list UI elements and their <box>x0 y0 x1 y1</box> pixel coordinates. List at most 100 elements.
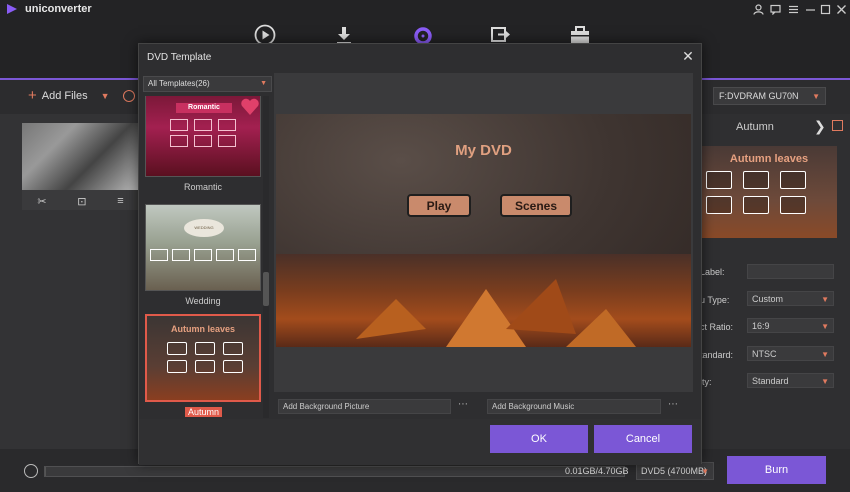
app-window: uniconverter + Add Files ▼ ✂ ⊡ ≡ F:DVDRA… <box>0 0 850 492</box>
scene-box <box>194 249 212 261</box>
edit-icon[interactable] <box>832 120 843 131</box>
schedule-icon[interactable] <box>24 464 38 478</box>
template-item-autumn[interactable]: Autumn leaves Autumn <box>145 314 261 418</box>
quality-value: Standard <box>752 376 789 386</box>
disc-usage-text: 0.01GB/4.70GB <box>565 466 629 476</box>
load-disc-icon[interactable] <box>123 90 135 102</box>
scene-box <box>780 196 806 214</box>
chevron-down-icon[interactable]: ▼ <box>101 91 110 101</box>
dvd-menu-title: My DVD <box>455 142 512 159</box>
scene-box <box>743 196 769 214</box>
template-label: Romantic <box>183 182 222 192</box>
menu-type-label: u Type: <box>700 295 730 305</box>
aspect-ratio-value: 16:9 <box>752 321 770 331</box>
template-item-romantic[interactable]: Romantic Romantic <box>145 96 261 192</box>
browse-music-icon[interactable]: ⋯ <box>668 399 678 410</box>
template-thumb: Autumn leaves <box>145 314 261 402</box>
aspect-ratio-select[interactable]: 16:9 ▼ <box>747 318 834 333</box>
tv-standard-select[interactable]: NTSC ▼ <box>747 346 834 361</box>
ok-button[interactable]: OK <box>490 425 588 453</box>
scene-box <box>170 135 188 147</box>
scene-box <box>170 119 188 131</box>
scene-box <box>706 171 732 189</box>
add-files-button[interactable]: + Add Files ▼ <box>28 88 110 103</box>
chevron-right-icon[interactable]: ❯ <box>814 118 826 135</box>
close-window-icon[interactable] <box>834 2 848 16</box>
template-thumb-title: WEDDING <box>184 219 224 237</box>
template-item-wedding[interactable]: WEDDING Wedding <box>145 204 261 306</box>
dialog-header: DVD Template ✕ <box>139 44 701 70</box>
heart-icon <box>241 98 259 115</box>
template-thumb: Romantic <box>145 96 261 177</box>
burn-button[interactable]: Burn <box>727 456 826 484</box>
template-thumb-title: Romantic <box>176 103 232 113</box>
template-scrollbar[interactable] <box>263 96 269 418</box>
background-picture-input[interactable]: Add Background Picture <box>278 399 451 414</box>
tv-standard-label: tandard: <box>700 350 734 360</box>
video-tools: ✂ ⊡ ≡ <box>22 192 139 210</box>
aspect-ratio-label: ct Ratio: <box>700 322 734 332</box>
dialog-title: DVD Template <box>147 52 212 63</box>
scene-box <box>167 360 187 373</box>
scene-box <box>172 249 190 261</box>
chevron-down-icon: ▼ <box>812 92 820 101</box>
chevron-down-icon: ▼ <box>821 350 829 359</box>
drive-select-value: F:DVDRAM GU70N <box>719 91 799 101</box>
chevron-down-icon: ▼ <box>821 295 829 304</box>
scene-box <box>780 171 806 189</box>
dvd-type-value: DVD5 (4700MB) <box>641 466 708 476</box>
template-name: Autumn <box>736 121 774 133</box>
template-filter-value: All Templates(26) <box>148 79 210 88</box>
leaves-decoration <box>356 279 636 347</box>
user-icon[interactable] <box>751 2 765 16</box>
scene-box <box>195 342 215 355</box>
maximize-icon[interactable] <box>818 2 832 16</box>
scenes-button[interactable]: Scenes <box>500 194 572 217</box>
minimize-icon[interactable] <box>803 2 817 16</box>
scene-box <box>238 249 256 261</box>
effects-icon[interactable]: ≡ <box>117 195 123 207</box>
menu-label-label: Label: <box>700 267 725 277</box>
message-icon[interactable] <box>768 2 782 16</box>
crop-icon[interactable]: ⊡ <box>77 195 86 208</box>
template-filter-select[interactable]: All Templates(26) ▼ <box>143 76 272 92</box>
cancel-button[interactable]: Cancel <box>594 425 692 453</box>
template-list: Romantic Romantic WEDDING Wedding Autumn… <box>143 96 273 418</box>
app-name: uniconverter <box>25 3 92 15</box>
scrollbar-thumb[interactable] <box>263 272 269 306</box>
menu-type-select[interactable]: Custom ▼ <box>747 291 834 306</box>
template-preview-small: Autumn leaves <box>701 146 837 238</box>
play-button[interactable]: Play <box>407 194 471 217</box>
menu-icon[interactable] <box>786 2 800 16</box>
background-music-input[interactable]: Add Background Music <box>487 399 661 414</box>
video-thumbnail[interactable] <box>22 123 139 190</box>
scene-box <box>216 249 234 261</box>
scene-box <box>195 360 215 373</box>
tv-standard-value: NTSC <box>752 349 777 359</box>
scene-box <box>194 135 212 147</box>
template-preview-title: Autumn leaves <box>729 153 809 165</box>
menu-type-value: Custom <box>752 294 784 304</box>
close-icon[interactable]: ✕ <box>681 49 695 63</box>
scene-box <box>218 119 236 131</box>
menu-label-input[interactable] <box>747 264 834 279</box>
template-label-selected: Autumn <box>185 407 223 417</box>
dvd-template-dialog: DVD Template ✕ All Templates(26) ▼ Roman… <box>138 43 702 465</box>
scene-box <box>194 119 212 131</box>
template-thumb-title: Autumn leaves <box>170 324 236 334</box>
scene-box <box>743 171 769 189</box>
chevron-down-icon: ▼ <box>701 467 709 476</box>
drive-select[interactable]: F:DVDRAM GU70N ▼ <box>713 87 826 105</box>
chevron-down-icon: ▼ <box>821 322 829 331</box>
browse-picture-icon[interactable]: ⋯ <box>458 399 468 410</box>
quality-select[interactable]: Standard ▼ <box>747 373 834 388</box>
disc-usage-fill <box>45 467 47 476</box>
dvd-menu-preview: My DVD Play Scenes <box>276 114 691 347</box>
scene-box <box>167 342 187 355</box>
scene-box <box>150 249 168 261</box>
scene-box <box>706 196 732 214</box>
template-thumb: WEDDING <box>145 204 261 291</box>
scissors-icon[interactable]: ✂ <box>37 195 46 208</box>
scene-box <box>223 342 243 355</box>
app-logo-icon <box>7 4 17 14</box>
